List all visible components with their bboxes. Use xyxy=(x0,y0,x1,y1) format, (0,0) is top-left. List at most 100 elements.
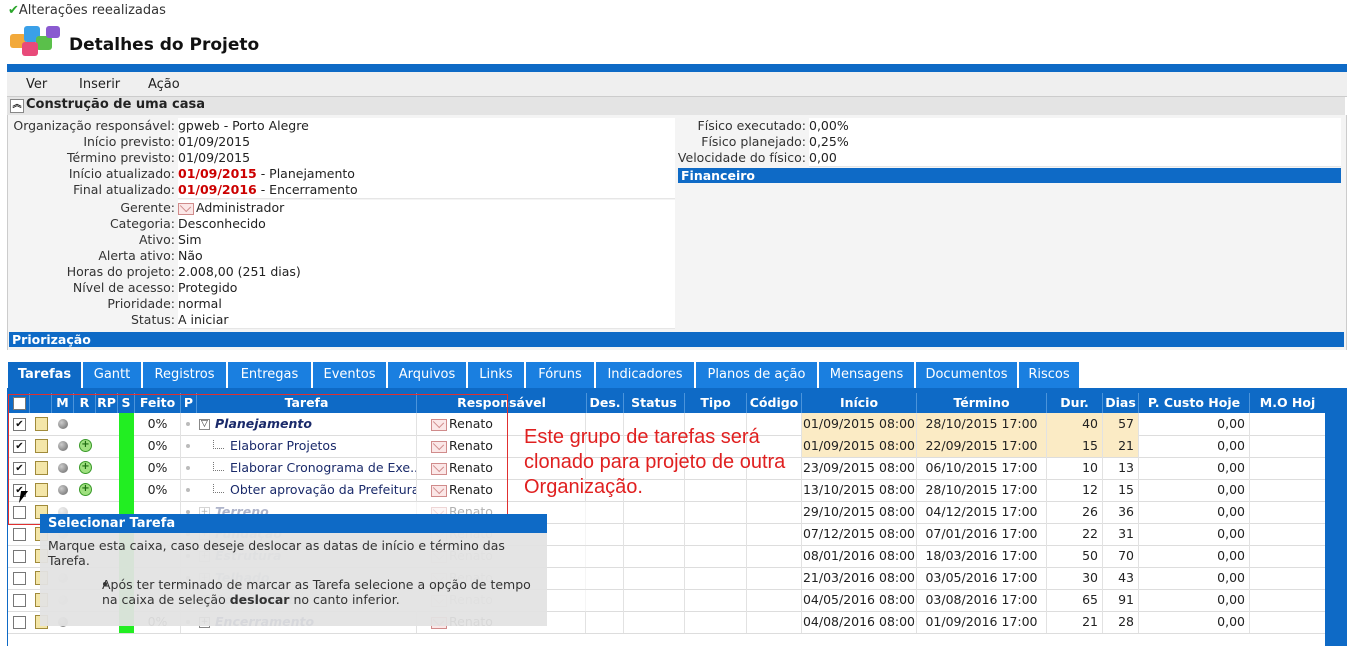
field-value: 01/09/2015 - Planejamento xyxy=(178,166,675,183)
column-header[interactable]: M.O Hoj xyxy=(1250,393,1326,413)
tab-eventos[interactable]: Eventos xyxy=(313,362,388,388)
column-header[interactable]: Término xyxy=(917,393,1047,413)
inicio-cell: 13/10/2015 08:00 xyxy=(802,479,917,501)
dias-cell: 13 xyxy=(1103,457,1139,479)
field-row: Nível de acesso: Protegido xyxy=(8,280,675,297)
dur-cell: 30 xyxy=(1047,567,1103,589)
empty-cell xyxy=(685,611,747,633)
column-header[interactable]: Dur. xyxy=(1047,393,1103,413)
mo-cell xyxy=(1250,479,1326,501)
custo-cell: 0,00 xyxy=(1139,413,1250,435)
select-task-checkbox[interactable] xyxy=(13,528,26,541)
inicio-cell: 23/09/2015 08:00 xyxy=(802,457,917,479)
tab-tarefas[interactable]: Tarefas xyxy=(8,362,83,388)
field-label: Categoria: xyxy=(109,216,175,231)
field-value: A iniciar xyxy=(178,312,675,329)
field-value-date: 01/09/2015 xyxy=(178,166,257,181)
mo-cell xyxy=(1250,523,1326,545)
tab-planos-de-a-o[interactable]: Planos de ação xyxy=(696,362,819,388)
column-header[interactable]: P. Custo Hoje xyxy=(1139,393,1250,413)
dias-cell: 36 xyxy=(1103,501,1139,523)
field-row: Término previsto: 01/09/2015 xyxy=(8,150,675,167)
field-value: Administrador xyxy=(178,200,675,217)
mail-icon[interactable] xyxy=(178,202,194,215)
empty-cell xyxy=(624,545,685,567)
section-priorizacao: Priorização xyxy=(9,332,1344,347)
custo-cell: 0,00 xyxy=(1139,611,1250,633)
empty-cell xyxy=(747,545,802,567)
annotation-text: Este grupo de tarefas será clonado para … xyxy=(524,426,786,498)
field-label: Status: xyxy=(130,312,175,327)
menu-acao[interactable]: Ação xyxy=(148,77,180,92)
empty-cell xyxy=(624,501,685,523)
field-value-text: 01/09/2015 xyxy=(178,150,251,165)
empty-cell xyxy=(624,567,685,589)
field-row: Velocidade do físico: 0,00 xyxy=(676,150,1344,167)
field-row: Início previsto: 01/09/2015 xyxy=(8,134,675,151)
inicio-cell: 04/05/2016 08:00 xyxy=(802,589,917,611)
termino-cell: 04/12/2015 17:00 xyxy=(917,501,1047,523)
column-header[interactable]: Código xyxy=(747,393,802,413)
tab-f-runs[interactable]: Fóruns xyxy=(526,362,596,388)
empty-cell xyxy=(685,545,747,567)
collapse-icon[interactable]: ︽ xyxy=(10,99,24,113)
tab-gantt[interactable]: Gantt xyxy=(83,362,143,388)
select-task-checkbox[interactable] xyxy=(13,594,26,607)
field-label: Físico planejado: xyxy=(701,134,806,149)
tab-registros[interactable]: Registros xyxy=(143,362,228,388)
project-header: ︽ Construção de uma casa xyxy=(7,97,1345,115)
custo-cell: 0,00 xyxy=(1139,589,1250,611)
dias-cell: 91 xyxy=(1103,589,1139,611)
tab-mensagens[interactable]: Mensagens xyxy=(819,362,916,388)
tab-documentos[interactable]: Documentos xyxy=(916,362,1019,388)
field-value-text: 2.008,00 (251 dias) xyxy=(178,264,301,279)
field-label: Início previsto: xyxy=(83,134,175,149)
dur-cell: 12 xyxy=(1047,479,1103,501)
field-row: Físico planejado: 0,25% xyxy=(676,134,1344,151)
select-task-checkbox[interactable] xyxy=(13,616,26,629)
column-header[interactable]: Status xyxy=(624,393,685,413)
checkmark-icon: ✔ xyxy=(8,3,19,18)
termino-cell: 18/03/2016 17:00 xyxy=(917,545,1047,567)
field-row: Organização responsável: gpweb - Porto Al… xyxy=(8,118,675,135)
inicio-cell: 29/10/2015 08:00 xyxy=(802,501,917,523)
dias-cell: 28 xyxy=(1103,611,1139,633)
mo-cell xyxy=(1250,413,1326,435)
field-row: Físico executado: 0,00% xyxy=(676,118,1344,135)
field-value-text: - Planejamento xyxy=(256,166,355,181)
empty-cell xyxy=(747,523,802,545)
column-header[interactable]: Início xyxy=(802,393,917,413)
custo-cell: 0,00 xyxy=(1139,567,1250,589)
field-value-text: 01/09/2015 xyxy=(178,134,251,149)
empty-cell xyxy=(685,589,747,611)
column-header[interactable]: Dias xyxy=(1103,393,1139,413)
tooltip-bullet: Após ter terminado de marcar as Tarefa s… xyxy=(102,577,532,607)
tab-arquivos[interactable]: Arquivos xyxy=(388,362,468,388)
puzzle-logo-icon xyxy=(10,26,60,56)
field-row: Gerente: Administrador xyxy=(8,200,675,217)
custo-cell: 0,00 xyxy=(1139,501,1250,523)
field-row: Categoria: Desconhecido xyxy=(8,216,675,233)
empty-cell xyxy=(624,611,685,633)
field-value: gpweb - Porto Alegre xyxy=(178,118,675,135)
dias-cell: 21 xyxy=(1103,435,1139,457)
field-row: Final atualizado: 01/09/2016 - Encerramen… xyxy=(8,182,675,199)
select-task-checkbox[interactable] xyxy=(13,550,26,563)
field-label: Término previsto: xyxy=(67,150,175,165)
tab-indicadores[interactable]: Indicadores xyxy=(596,362,696,388)
dur-cell: 65 xyxy=(1047,589,1103,611)
termino-cell: 01/09/2016 17:00 xyxy=(917,611,1047,633)
select-task-checkbox[interactable] xyxy=(13,572,26,585)
dur-cell: 40 xyxy=(1047,413,1103,435)
tab-links[interactable]: Links xyxy=(468,362,526,388)
termino-cell: 28/10/2015 17:00 xyxy=(917,479,1047,501)
tab-riscos[interactable]: Riscos xyxy=(1019,362,1081,388)
column-header[interactable]: Tipo xyxy=(685,393,747,413)
tab-entregas[interactable]: Entregas xyxy=(228,362,313,388)
dur-cell: 10 xyxy=(1047,457,1103,479)
column-header[interactable]: Des. xyxy=(587,393,624,413)
menu-ver[interactable]: Ver xyxy=(26,77,47,92)
header-divider xyxy=(7,64,1347,72)
project-details-panel: Organização responsável: gpweb - Porto Al… xyxy=(7,115,1347,350)
menu-inserir[interactable]: Inserir xyxy=(79,77,120,92)
